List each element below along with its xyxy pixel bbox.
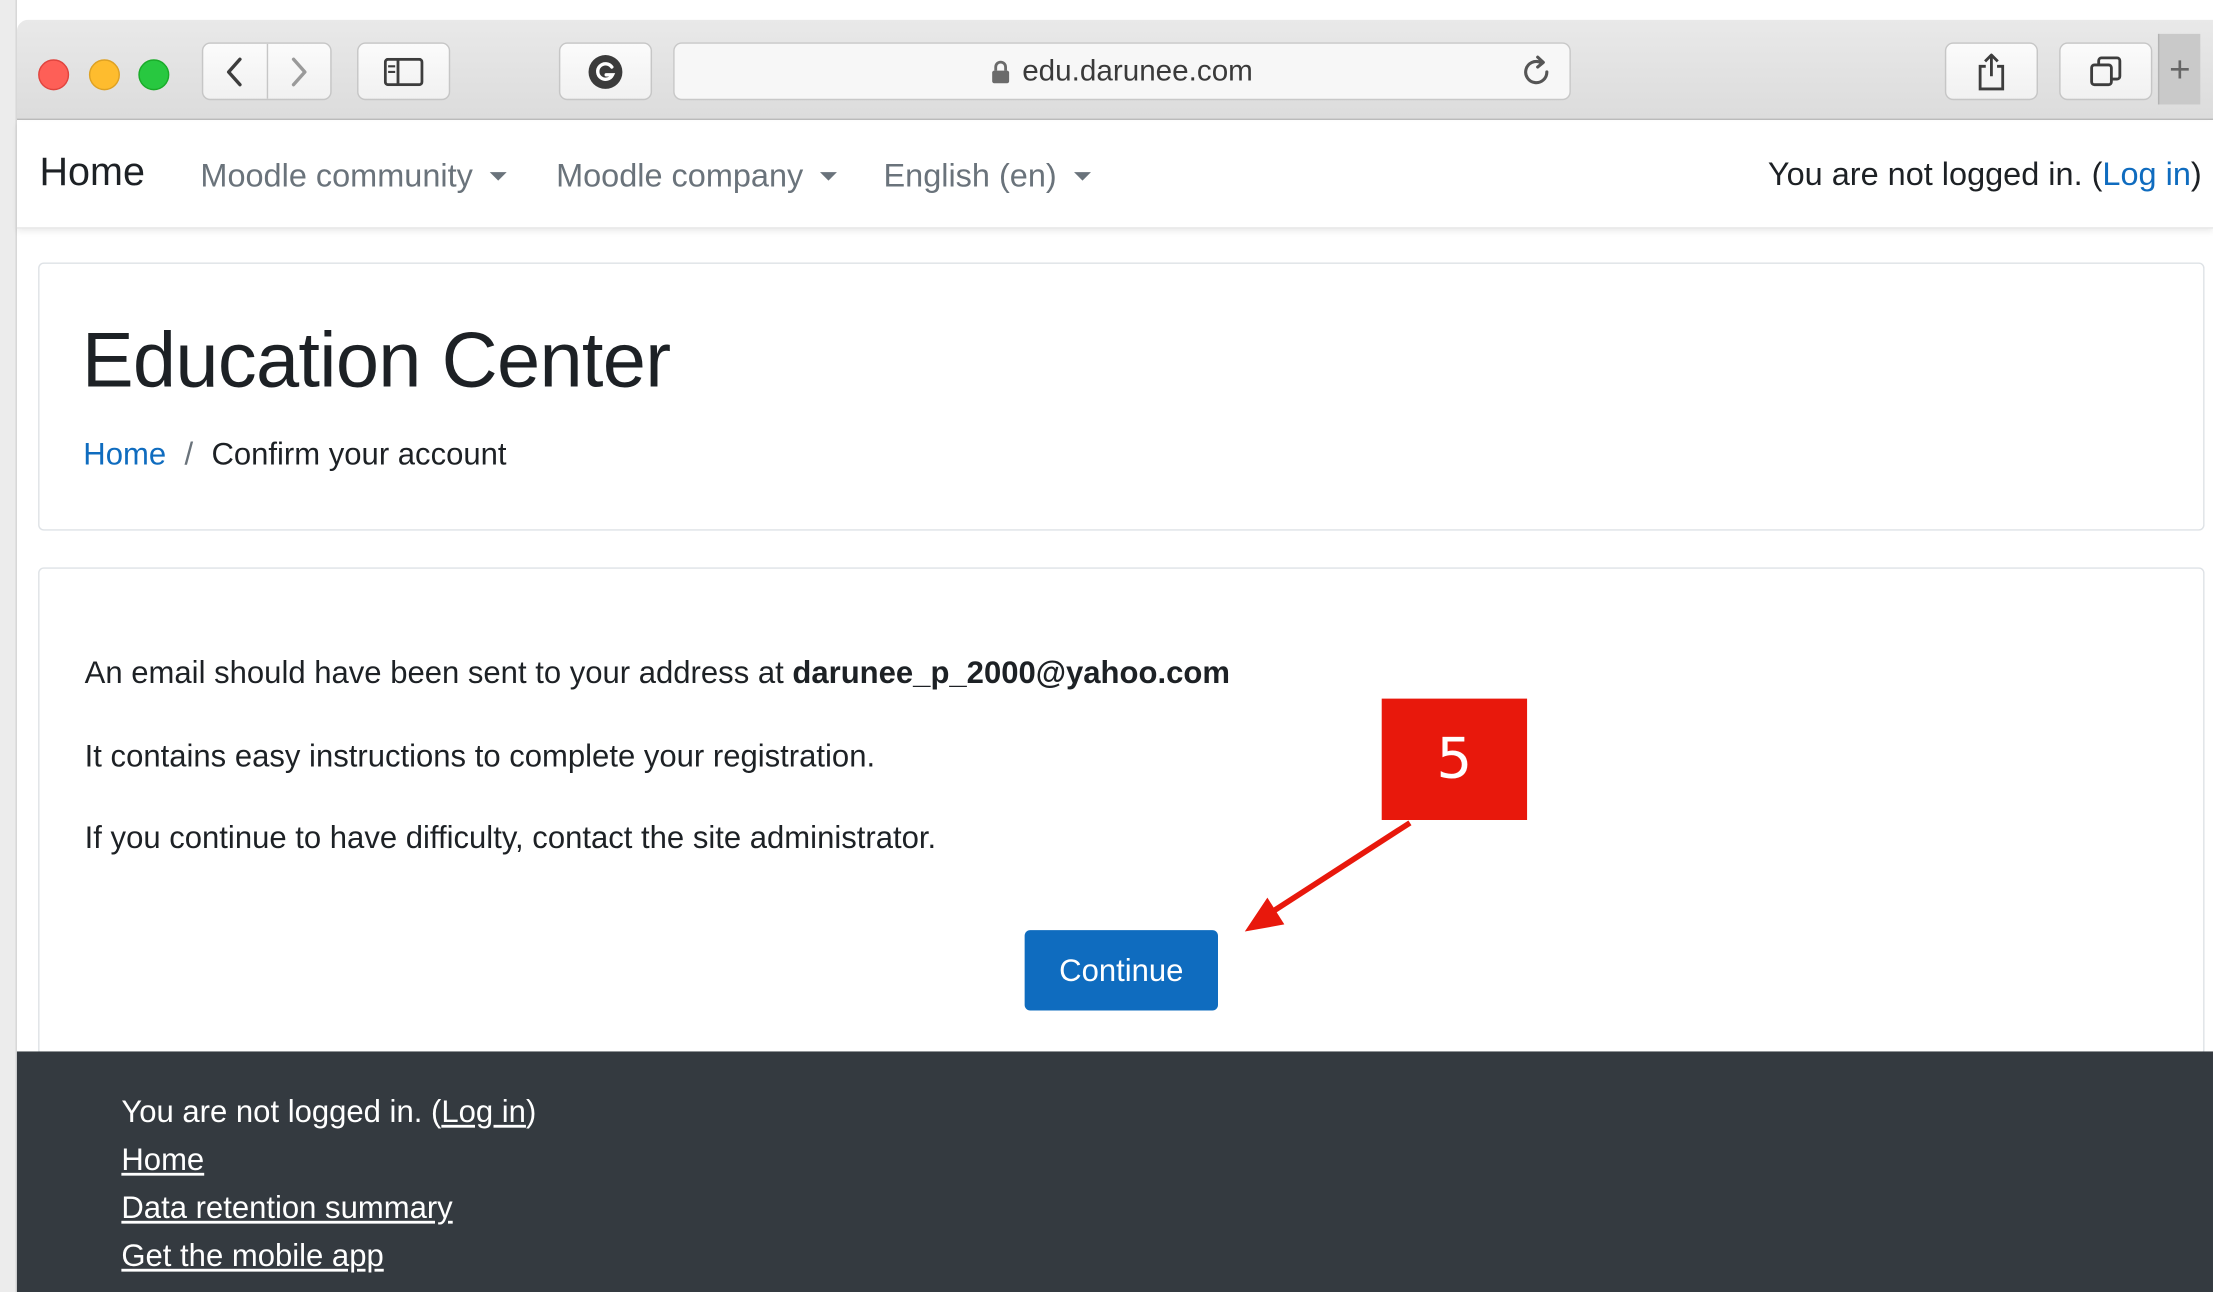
- screen: edu.darunee.com + Home Moodle community …: [0, 0, 2213, 1292]
- show-all-tabs-button[interactable]: [2059, 42, 2153, 101]
- minimize-window-button[interactable]: [88, 59, 120, 91]
- grammarly-extension-button[interactable]: [558, 42, 653, 101]
- breadcrumb-home-link[interactable]: Home: [83, 436, 166, 473]
- menu-label: Moodle community: [200, 156, 473, 194]
- close-window-button[interactable]: [38, 59, 70, 91]
- caret-down-icon: [1073, 171, 1091, 180]
- breadcrumb-separator: /: [184, 436, 194, 472]
- history-nav-group: [201, 42, 332, 101]
- breadcrumb-current: Confirm your account: [211, 436, 507, 472]
- browser-toolbar: edu.darunee.com: [16, 19, 2213, 120]
- lock-icon: [992, 60, 1010, 83]
- login-status: You are not logged in. (Log in): [1768, 155, 2202, 193]
- difficulty-message: If you continue to have difficulty, cont…: [84, 819, 937, 856]
- sidebar-icon: [383, 57, 424, 86]
- breadcrumb: Home / Confirm your account: [83, 436, 506, 473]
- language-menu[interactable]: English (en): [884, 157, 1091, 195]
- url-text: edu.darunee.com: [1022, 54, 1253, 87]
- tabs-overview-icon: [2090, 55, 2122, 86]
- email-address: darunee_p_2000@yahoo.com: [792, 654, 1230, 691]
- email-sent-message: An email should have been sent to your a…: [85, 655, 1230, 692]
- chevron-left-icon: [227, 56, 243, 86]
- caret-down-icon: [489, 171, 507, 180]
- reload-icon[interactable]: [1519, 54, 1556, 91]
- moodle-company-menu[interactable]: Moodle company: [556, 156, 838, 195]
- footer-data-retention-link[interactable]: Data retention summary: [121, 1190, 452, 1227]
- continue-button[interactable]: Continue: [1024, 930, 1218, 1011]
- menu-label: English (en): [883, 156, 1057, 194]
- window-edge: [0, 0, 17, 1292]
- share-icon: [1978, 52, 2005, 90]
- footer-mobile-app-link[interactable]: Get the mobile app: [121, 1238, 383, 1275]
- page-header: Education Center Home / Confirm your acc…: [38, 262, 2205, 531]
- navbar-home-link[interactable]: Home: [40, 150, 145, 195]
- share-button[interactable]: [1944, 42, 2038, 101]
- login-link[interactable]: Log in: [2102, 155, 2190, 192]
- address-bar[interactable]: edu.darunee.com: [673, 42, 1571, 101]
- footer-login-link[interactable]: Log in: [441, 1094, 526, 1129]
- moodle-community-menu[interactable]: Moodle community: [200, 156, 507, 195]
- login-status-text: You are not logged in. (: [1767, 155, 2103, 192]
- step-number-badge: 5: [1381, 698, 1528, 820]
- footer-login-status: You are not logged in. (Log in): [121, 1094, 536, 1131]
- zoom-window-button[interactable]: [138, 59, 170, 91]
- footer-home-link[interactable]: Home: [121, 1142, 204, 1179]
- caret-down-icon: [820, 171, 838, 180]
- email-sent-text: An email should have been sent to your a…: [84, 654, 793, 691]
- new-tab-button[interactable]: +: [2157, 33, 2201, 105]
- confirmation-panel: An email should have been sent to your a…: [38, 567, 2205, 1056]
- desktop-strip: [0, 0, 2213, 20]
- sidebar-toggle-button[interactable]: [357, 42, 451, 101]
- plus-icon: +: [2169, 47, 2191, 90]
- grammarly-icon: [588, 54, 623, 89]
- menu-label: Moodle company: [556, 156, 804, 194]
- instructions-message: It contains easy instructions to complet…: [84, 738, 876, 774]
- forward-button[interactable]: [266, 43, 331, 99]
- footer-login-suffix: ): [525, 1093, 537, 1130]
- back-button[interactable]: [203, 44, 266, 99]
- page-footer: You are not logged in. (Log in) Home Dat…: [16, 1051, 2213, 1292]
- chevron-right-icon: [291, 56, 307, 86]
- site-navbar: Home Moodle community Moodle company Eng…: [16, 121, 2213, 229]
- page-title: Education Center: [81, 316, 671, 404]
- login-status-suffix: ): [2190, 155, 2202, 192]
- footer-login-text: You are not logged in. (: [121, 1093, 442, 1130]
